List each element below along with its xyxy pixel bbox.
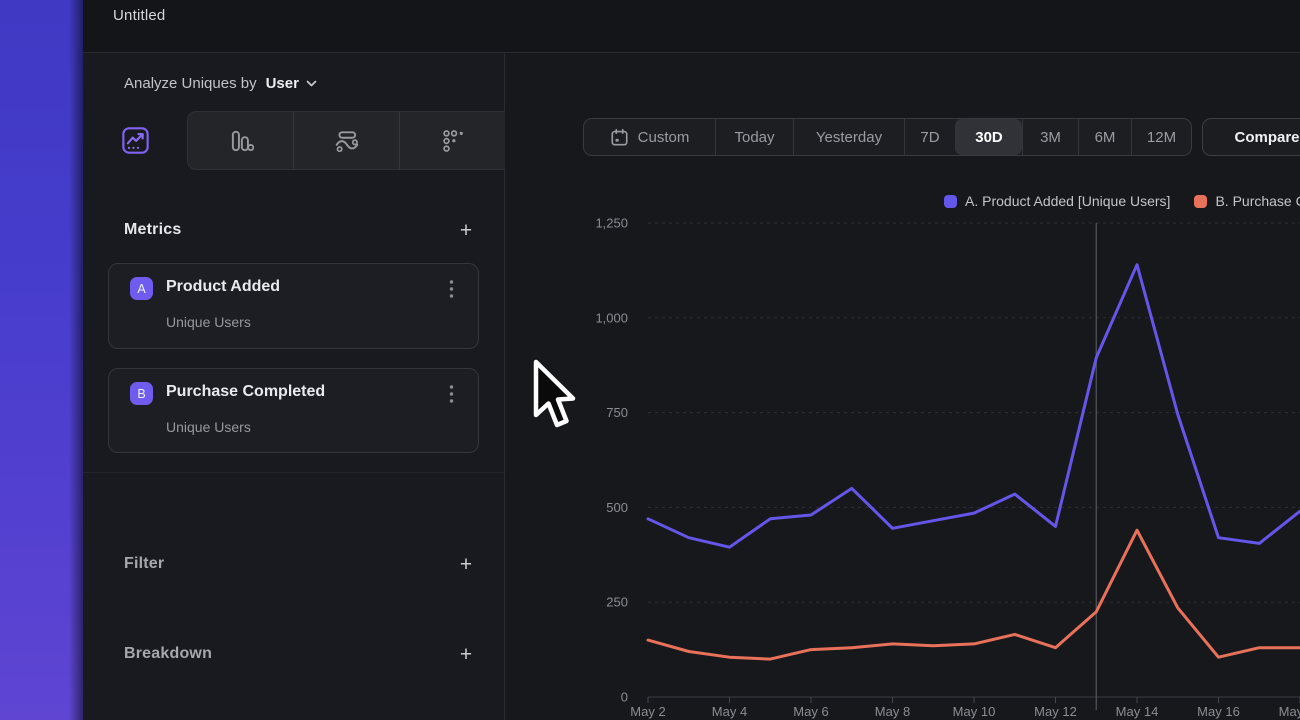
desktop-background-strip	[0, 0, 83, 720]
tab-funnels[interactable]	[188, 112, 293, 169]
range-label: Custom	[638, 129, 690, 146]
metric-badge-b: B	[130, 382, 153, 405]
app-screen: Untitled Analyze Uniques by User	[0, 0, 1300, 720]
metric-card-a[interactable]: A Product Added Unique Users	[108, 263, 479, 349]
range-yesterday[interactable]: Yesterday	[793, 119, 904, 155]
sidebar-divider	[83, 472, 505, 473]
range-custom[interactable]: Custom	[584, 119, 715, 155]
date-range-selector: Custom Today Yesterday 7D 30D 3M 6M 12M	[583, 118, 1192, 156]
filter-header: Filter	[124, 555, 164, 573]
tab-insights[interactable]	[83, 111, 187, 170]
add-filter-button[interactable]: +	[454, 552, 478, 576]
metric-subtitle[interactable]: Unique Users	[166, 314, 251, 330]
add-metric-button[interactable]: +	[454, 218, 478, 242]
legend-item-b[interactable]: B. Purchase Completed [Unique Users]	[1194, 193, 1300, 209]
report-title[interactable]: Untitled	[113, 7, 165, 24]
chevron-down-icon	[306, 80, 317, 87]
analyze-row: Analyze Uniques by User	[124, 71, 317, 95]
tab-flows[interactable]	[293, 112, 399, 169]
metric-subtitle[interactable]: Unique Users	[166, 419, 251, 435]
metric-menu-button[interactable]	[442, 278, 460, 300]
chart-type-tabs	[83, 111, 505, 170]
range-3m[interactable]: 3M	[1022, 119, 1078, 155]
add-breakdown-button[interactable]: +	[454, 642, 478, 666]
retention-dots-icon	[440, 128, 466, 154]
bar-chart-icon	[228, 128, 254, 154]
sidebar: Analyze Uniques by User	[83, 53, 505, 720]
analyze-by-dropdown[interactable]: User	[266, 75, 317, 92]
legend-swatch	[944, 195, 957, 208]
metric-card-b[interactable]: B Purchase Completed Unique Users	[108, 368, 479, 453]
kebab-icon	[449, 279, 454, 299]
chart-type-tab-strip	[187, 111, 505, 170]
metrics-header-row: Metrics +	[124, 216, 478, 244]
app-window: Untitled Analyze Uniques by User	[83, 0, 1300, 720]
chart-legend: A. Product Added [Unique Users] B. Purch…	[944, 193, 1300, 209]
flows-icon	[334, 128, 360, 154]
breakdown-row: Breakdown +	[124, 640, 478, 668]
tab-retention[interactable]	[399, 112, 505, 169]
analyze-label: Analyze Uniques by	[124, 75, 257, 92]
analyze-by-value: User	[266, 75, 299, 92]
legend-item-a[interactable]: A. Product Added [Unique Users]	[944, 193, 1170, 209]
filter-row: Filter +	[124, 550, 478, 578]
calendar-icon	[610, 128, 629, 147]
legend-swatch	[1194, 195, 1207, 208]
legend-label: B. Purchase Completed [Unique Users]	[1215, 193, 1300, 209]
range-12m[interactable]: 12M	[1131, 119, 1191, 155]
top-header: Untitled	[83, 0, 1300, 53]
metric-menu-button[interactable]	[442, 383, 460, 405]
range-7d[interactable]: 7D	[904, 119, 955, 155]
range-6m[interactable]: 6M	[1078, 119, 1131, 155]
range-today[interactable]: Today	[715, 119, 793, 155]
range-30d[interactable]: 30D	[955, 119, 1022, 155]
legend-label: A. Product Added [Unique Users]	[965, 193, 1170, 209]
breakdown-header: Breakdown	[124, 645, 212, 663]
metrics-header: Metrics	[124, 221, 181, 239]
insights-line-chart-icon	[122, 127, 149, 154]
metric-name: Product Added	[166, 278, 280, 296]
compare-button[interactable]: Compare	[1202, 118, 1300, 156]
kebab-icon	[449, 384, 454, 404]
metric-badge-a: A	[130, 277, 153, 300]
metric-name: Purchase Completed	[166, 383, 325, 401]
